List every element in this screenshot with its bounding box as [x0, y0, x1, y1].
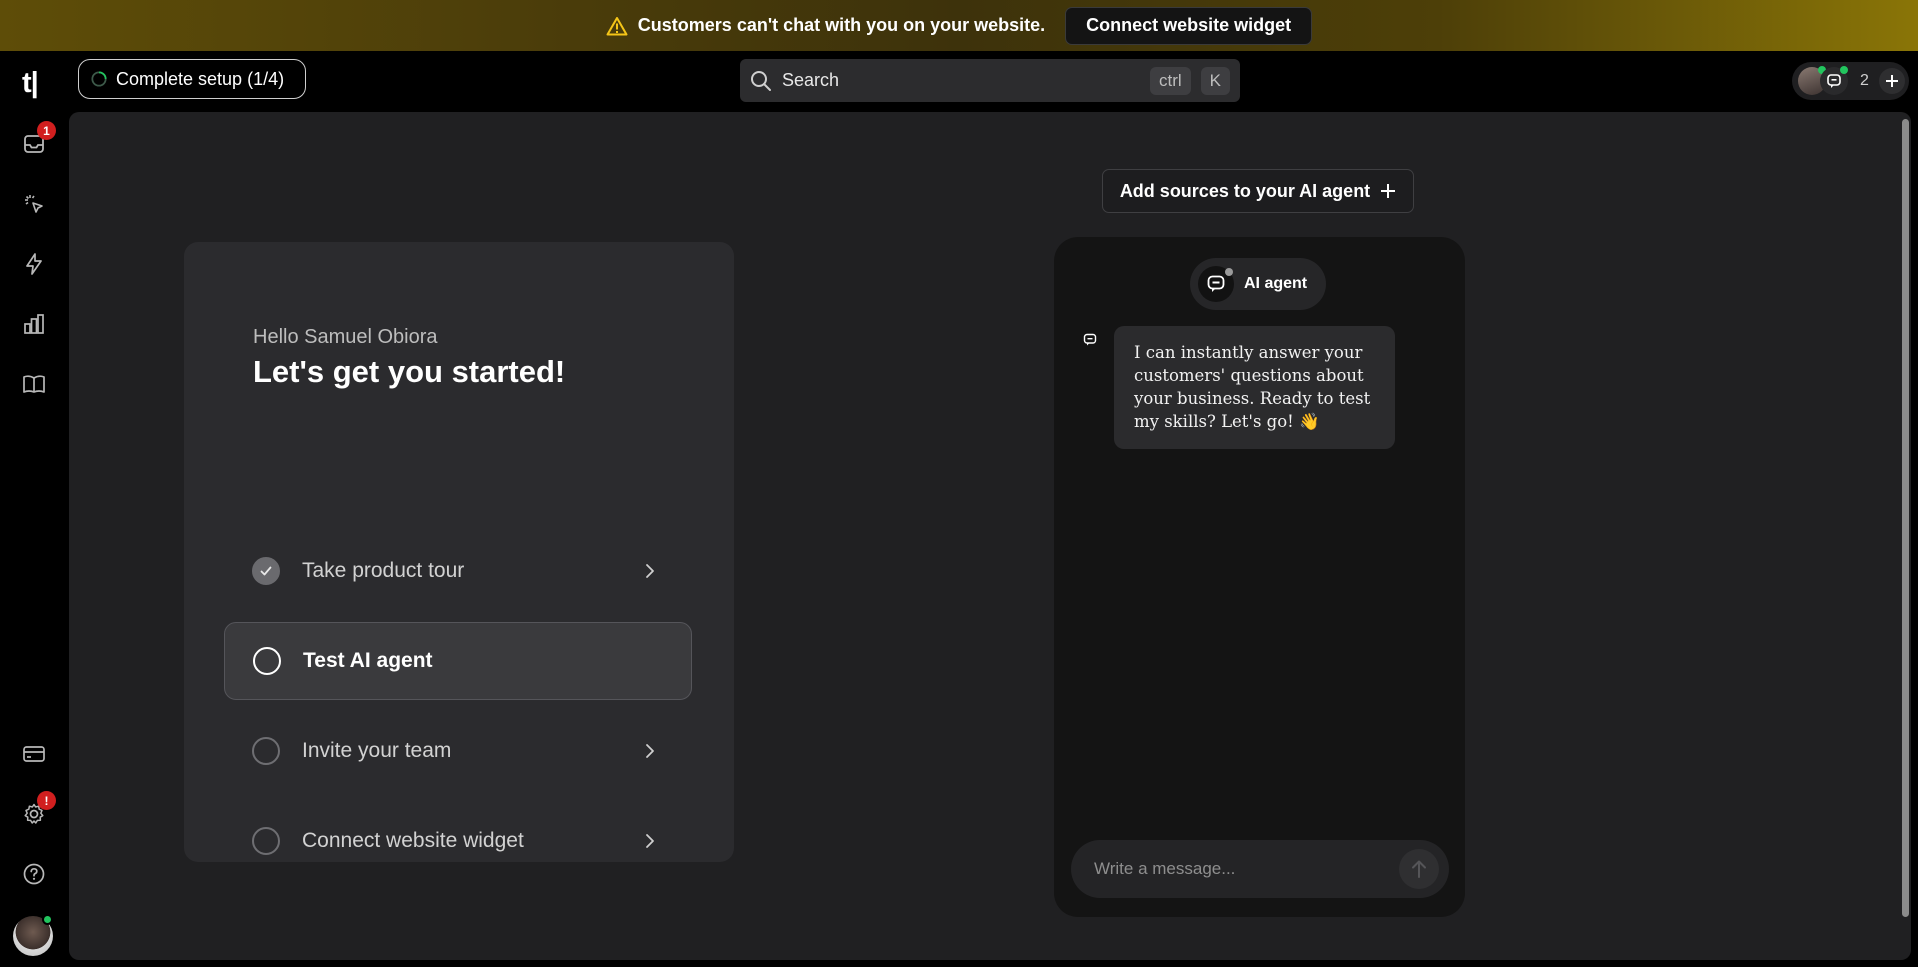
search-bar[interactable]: Search ctrl K	[740, 59, 1240, 102]
step-connect-website-widget[interactable]: Connect website widget	[224, 802, 692, 880]
add-sources-button[interactable]: Add sources to your AI agent	[1102, 169, 1414, 213]
onboarding-card: Hello Samuel Obiora Let's get you starte…	[184, 242, 734, 862]
plus-icon	[1380, 183, 1396, 199]
online-count: 2	[1860, 72, 1869, 89]
bot-icon	[1083, 333, 1097, 352]
add-sources-label: Add sources to your AI agent	[1119, 180, 1371, 201]
chevron-right-icon	[640, 831, 660, 851]
warning-triangle-icon	[606, 16, 628, 36]
setup-label: Complete setup (1/4)	[116, 68, 285, 89]
lightning-icon[interactable]	[20, 250, 48, 278]
help-icon[interactable]	[20, 860, 48, 888]
warning-banner: Customers can't chat with you on your we…	[0, 0, 1918, 51]
agent-header: AI agent	[1190, 258, 1326, 310]
message-composer[interactable]	[1071, 840, 1449, 898]
book-icon[interactable]	[20, 370, 48, 398]
message-input[interactable]	[1092, 858, 1399, 880]
agent-name: AI agent	[1244, 275, 1308, 292]
progress-ring-icon	[91, 71, 107, 87]
add-icon[interactable]	[1878, 68, 1905, 94]
main-panel: Hello Samuel Obiora Let's get you starte…	[69, 112, 1911, 960]
shortcut-key-k: K	[1200, 66, 1230, 95]
settings-badge: !	[37, 791, 56, 810]
inbox-badge: 1	[37, 121, 56, 140]
bot-icon	[1198, 266, 1234, 302]
step-label: Take product tour	[302, 559, 465, 582]
chevron-right-icon	[640, 561, 660, 581]
step-test-ai-agent[interactable]: Test AI agent	[224, 622, 692, 700]
empty-circle-icon	[253, 647, 281, 675]
banner-warning-text: Customers can't chat with you on your we…	[637, 15, 1046, 35]
bot-mini-icon	[1820, 66, 1848, 95]
step-label: Invite your team	[302, 739, 452, 762]
shortcut-key-ctrl: ctrl	[1149, 66, 1191, 95]
complete-setup-button[interactable]: Complete setup (1/4)	[78, 59, 306, 99]
online-agents-cluster[interactable]: 2	[1792, 62, 1909, 100]
online-indicator	[1840, 66, 1848, 74]
scrollbar[interactable]	[1902, 119, 1909, 917]
empty-circle-icon	[252, 827, 280, 855]
send-icon[interactable]	[1399, 849, 1439, 889]
empty-circle-icon	[252, 737, 280, 765]
step-invite-your-team[interactable]: Invite your team	[224, 712, 692, 790]
search-icon	[750, 70, 772, 92]
chat-preview: AI agent I can instantly answer your cus…	[1054, 237, 1465, 917]
sparkle-cursor-icon[interactable]	[20, 190, 48, 218]
chevron-right-icon	[640, 741, 660, 761]
app-logo[interactable]: t|	[22, 67, 39, 100]
checkmark-icon	[252, 557, 280, 585]
agent-message: I can instantly answer your customers' q…	[1114, 326, 1395, 449]
status-dot	[1225, 268, 1233, 276]
greeting: Hello Samuel Obiora	[253, 326, 438, 348]
bar-chart-icon[interactable]	[20, 310, 48, 338]
credit-card-icon[interactable]	[20, 740, 48, 768]
step-take-product-tour[interactable]: Take product tour	[224, 532, 692, 610]
connect-widget-button[interactable]: Connect website widget	[1065, 6, 1313, 45]
step-label: Test AI agent	[303, 649, 433, 672]
search-label: Search	[782, 70, 840, 90]
step-label: Connect website widget	[302, 829, 524, 852]
online-indicator	[42, 914, 53, 925]
page-title: Let's get you started!	[253, 354, 566, 389]
